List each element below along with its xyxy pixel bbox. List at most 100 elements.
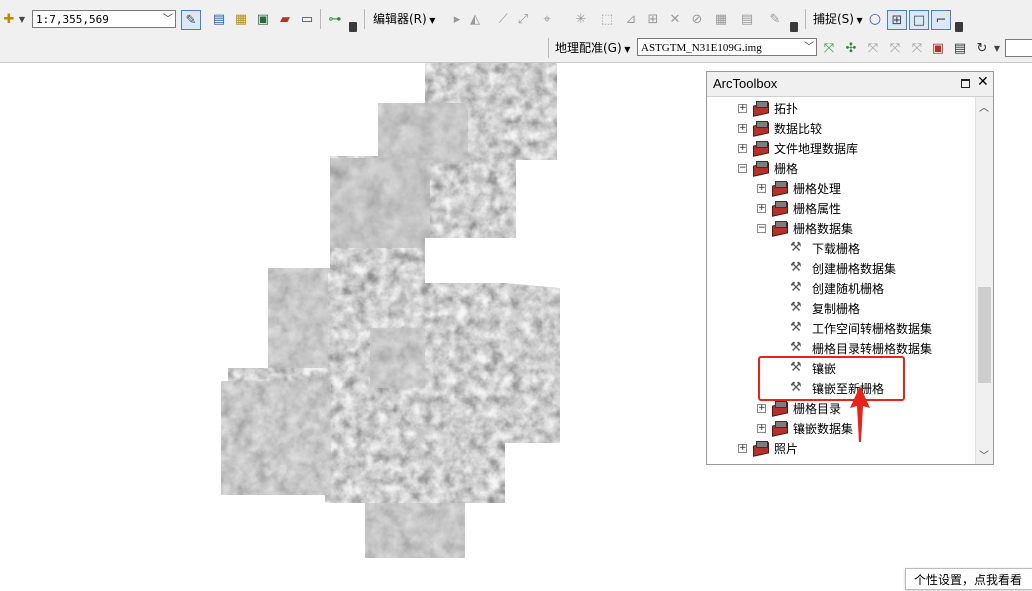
shift-icon[interactable]: ⤧ [864,39,882,57]
view-link-table-icon[interactable]: ▣ [929,39,947,57]
attributes-icon[interactable]: ▦ [712,10,730,28]
sketch-properties-icon[interactable]: ▤ [738,10,756,28]
tree-item-label: 栅格 [774,161,799,176]
tree-item-data-comparison[interactable]: + 数据比较 [738,118,822,138]
split-tool-icon[interactable]: ✕ [666,10,684,28]
link-table-icon[interactable]: ▤ [951,39,969,57]
expand-icon[interactable]: + [738,103,747,113]
tool-copy-raster[interactable]: ⚒ 复制栅格 [790,298,860,318]
maximize-icon[interactable] [961,79,970,88]
georeferencing-toolbar: 地理配准(G) ▼ ASTGTM_N31E109G.img ﹀ ⤧ ✣ ⤧ ⤧ … [0,34,1032,63]
collapse-icon[interactable]: − [738,163,747,173]
georeferencing-menu[interactable]: 地理配准(G) ▼ [555,39,630,59]
editor-menu-label: 编辑器(R) [373,12,427,26]
editor-toolbar-icon[interactable]: ✎ [181,10,201,30]
tooltip[interactable]: 个性设置，点我看看 [905,568,1032,590]
tooltip-text: 个性设置，点我看看 [914,573,1023,587]
map-scale-value: 1:7,355,569 [36,13,109,26]
arctoolbox-icon[interactable]: ▰ [276,10,294,28]
create-features-icon[interactable]: ✎ [766,10,784,28]
map-scale-combo[interactable]: 1:7,355,569 ﹀ [32,10,176,28]
rotate-icon[interactable]: ⤧ [820,39,838,57]
tip-input[interactable] [1005,39,1032,57]
hammer-tool-icon: ⚒ [790,300,802,315]
expand-icon[interactable]: + [738,143,747,153]
tree-item-raster-dataset[interactable]: − 栅格数据集 [757,218,853,238]
toolbox-tree: + 拓扑 + 数据比较 + 文件地理数据库 − 栅格 + 栅格处理 + 栅格属性 [708,97,974,464]
editor-menu[interactable]: 编辑器(R) ▼ [373,10,435,30]
tool-download-raster[interactable]: ⚒ 下载栅格 [790,238,860,258]
midpoint-icon[interactable]: ✳ [572,10,590,28]
cut-polygons-icon[interactable]: ⊞ [644,10,662,28]
scale-icon[interactable]: ⤧ [886,39,904,57]
scroll-down-icon[interactable]: ﹀ [979,447,989,462]
collapse-icon[interactable]: − [757,223,766,233]
layer-select[interactable]: ASTGTM_N31E109G.img ﹀ [637,38,817,56]
scroll-up-icon[interactable]: ︿ [979,99,989,114]
tree-item-raster-catalog[interactable]: + 栅格目录 [757,398,841,418]
tree-item-raster-properties[interactable]: + 栅格属性 [757,198,841,218]
edit-annotation-icon[interactable]: ◭ [466,10,484,28]
tree-item-mosaic-dataset[interactable]: + 镶嵌数据集 [757,418,853,438]
tool-create-raster-dataset[interactable]: ⚒ 创建栅格数据集 [790,258,896,278]
arctoolbox-title-bar[interactable]: ArcToolbox ✕ [707,72,993,97]
tree-item-file-gdb[interactable]: + 文件地理数据库 [738,138,858,158]
end-point-arc-icon[interactable]: ⤢ [514,10,532,28]
point-snapping-icon[interactable]: ○ [866,10,884,28]
hammer-tool-icon: ⚒ [790,320,802,335]
standard-toolbar: ✚ ▼ 1:7,355,569 ﹀ ✎ ▤ ▦ ▣ ▰ ▭ ⊶ 编辑器(R) ▼… [0,0,1032,35]
hammer-tool-icon: ⚒ [790,260,802,275]
expand-icon[interactable]: + [738,123,747,133]
chevron-down-icon: ﹀ [804,42,814,53]
separator [548,38,549,58]
toolbar-grip[interactable] [790,22,798,32]
end-snapping-icon[interactable]: ⊞ [887,10,907,30]
model-builder-icon[interactable]: ⊶ [326,10,344,28]
add-data-dropdown-icon[interactable]: ▼ [13,10,31,28]
rotate-tool-icon[interactable]: ⊘ [688,10,706,28]
edit-vertices-icon[interactable]: ⬚ [598,10,616,28]
trace-icon[interactable]: ⌖ [538,10,556,28]
map-display[interactable] [0,63,705,588]
toolbar-grip[interactable] [349,22,357,32]
search-window-icon[interactable]: ▣ [254,10,272,28]
expand-icon[interactable]: + [757,403,766,413]
toolbar-grip[interactable] [955,22,963,32]
vertical-scrollbar[interactable]: ︿ ﹀ [975,97,993,464]
hammer-tool-icon: ⚒ [790,280,802,295]
tree-item-label: 创建栅格数据集 [812,261,897,276]
toolset-icon [771,181,789,197]
tool-raster-catalog-to-raster-dataset[interactable]: ⚒ 栅格目录转栅格数据集 [790,338,932,358]
tree-item-photos[interactable]: + 照片 [738,438,798,458]
add-control-points-icon[interactable]: ✣ [842,39,860,57]
toolbox-icon [752,161,770,177]
expand-icon[interactable]: + [757,203,766,213]
straight-segment-icon[interactable]: ⟋ [494,10,512,28]
expand-icon[interactable]: + [738,443,747,453]
highlight-box [758,356,905,401]
reshape-feature-icon[interactable]: ⊿ [622,10,640,28]
tree-item-raster-processing[interactable]: + 栅格处理 [757,178,841,198]
table-window-icon[interactable]: ▤ [210,10,228,28]
vertex-snapping-icon[interactable]: □ [909,10,929,30]
tree-item-topology[interactable]: + 拓扑 [738,98,798,118]
dropdown-icon[interactable]: ▼ [988,39,1006,57]
expand-icon[interactable]: + [757,423,766,433]
close-icon[interactable]: ✕ [977,74,989,90]
tree-item-label: 栅格数据集 [793,221,854,236]
edge-snapping-icon[interactable]: ⌐ [931,10,951,30]
expand-icon[interactable]: + [757,183,766,193]
tool-workspace-to-raster-dataset[interactable]: ⚒ 工作空间转栅格数据集 [790,318,932,338]
toolset-icon [771,221,789,237]
catalog-icon[interactable]: ▦ [232,10,250,28]
snapping-menu[interactable]: 捕捉(S) ▼ [813,10,863,30]
tree-item-label: 数据比较 [774,121,823,136]
scrollbar-thumb[interactable] [978,287,991,383]
snapping-menu-label: 捕捉(S) [813,12,854,26]
tool-create-random-raster[interactable]: ⚒ 创建随机栅格 [790,278,884,298]
auto-registration-icon[interactable]: ⤧ [908,39,926,57]
python-window-icon[interactable]: ▭ [298,10,316,28]
chevron-down-icon: ﹀ [163,14,173,25]
edit-tool-icon[interactable]: ▸ [448,10,466,28]
tree-item-raster[interactable]: − 栅格 [738,158,798,178]
